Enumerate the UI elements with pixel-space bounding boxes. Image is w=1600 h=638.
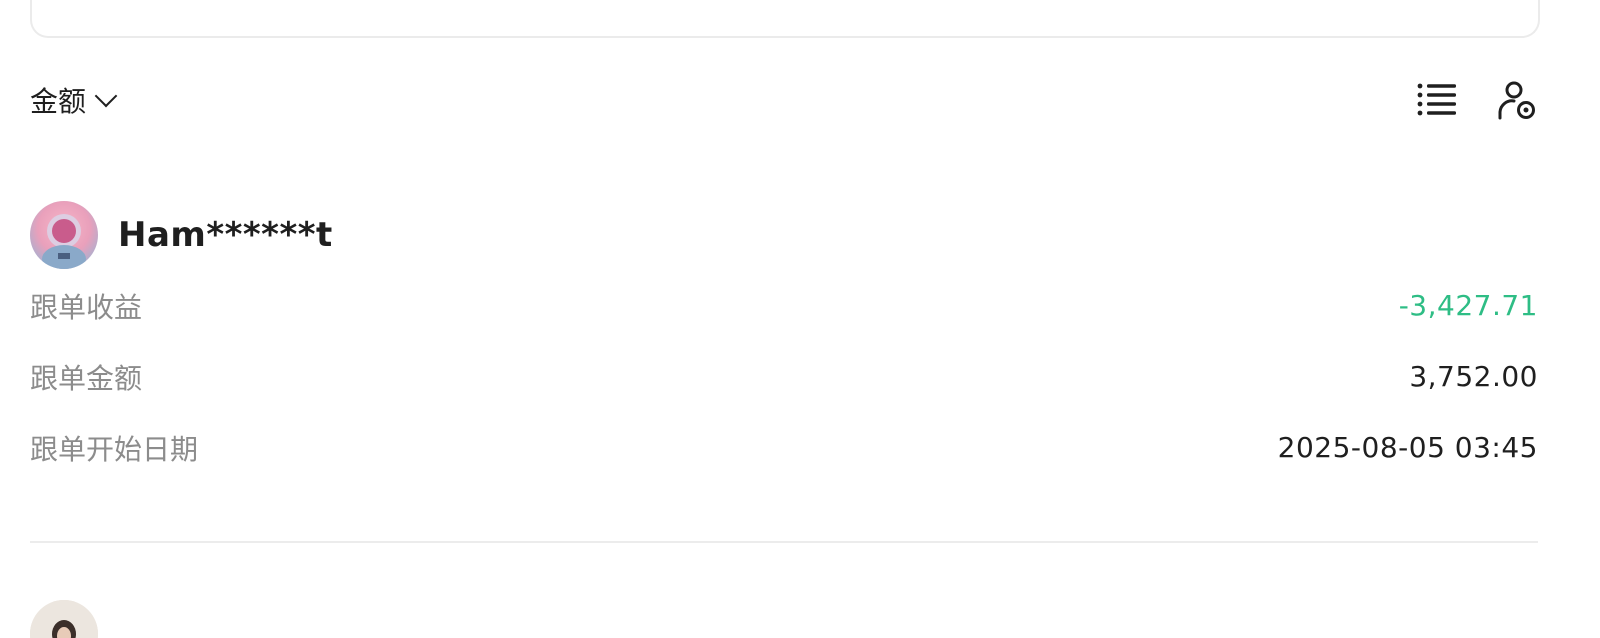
sort-toolbar: 金额 — [30, 78, 1538, 122]
stat-label: 跟单金额 — [30, 361, 143, 395]
user-settings-icon — [1498, 81, 1535, 120]
user-settings-button[interactable] — [1496, 79, 1538, 121]
chevron-down-icon — [94, 84, 118, 108]
copy-trading-page: 金额 Ham******t 跟单收益 -3,427.71 跟单金额 3,752.… — [0, 0, 1600, 638]
toolbar-actions — [1416, 79, 1538, 121]
stat-row-start-date: 跟单开始日期 2025-08-05 03:45 — [30, 412, 1538, 483]
trader-card[interactable] — [30, 600, 1538, 638]
summary-card — [30, 0, 1540, 38]
avatar — [30, 600, 98, 638]
trader-header: Ham******t — [30, 200, 1538, 270]
list-view-button[interactable] — [1416, 79, 1458, 121]
stat-label: 跟单开始日期 — [30, 432, 199, 466]
list-icon — [1417, 83, 1456, 116]
sort-dropdown-label: 金额 — [30, 85, 87, 118]
stat-value-start-date: 2025-08-05 03:45 — [1277, 431, 1538, 464]
stat-value-profit: -3,427.71 — [1398, 289, 1538, 322]
trader-name: Ham******t — [118, 215, 333, 255]
trader-card[interactable]: Ham******t 跟单收益 -3,427.71 跟单金额 3,752.00 … — [30, 200, 1538, 483]
divider — [30, 541, 1538, 543]
sort-dropdown[interactable]: 金额 — [30, 80, 118, 120]
avatar — [30, 201, 98, 269]
stat-value-amount: 3,752.00 — [1409, 360, 1538, 393]
stat-label: 跟单收益 — [30, 290, 143, 324]
stat-row-profit: 跟单收益 -3,427.71 — [30, 270, 1538, 341]
stat-row-amount: 跟单金额 3,752.00 — [30, 341, 1538, 412]
